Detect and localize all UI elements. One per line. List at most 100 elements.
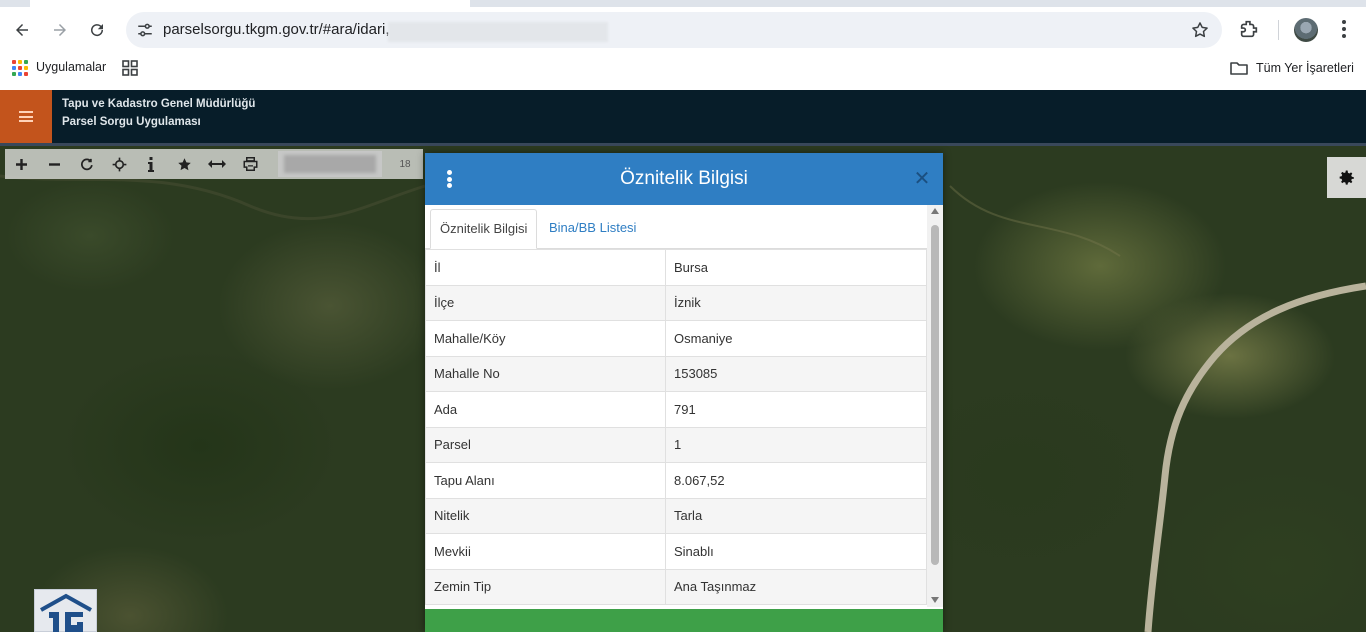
refresh-map-button[interactable] [70, 149, 102, 179]
scroll-down-arrow-icon[interactable] [931, 597, 939, 603]
table-row: Tapu Alanı 8.067,52 [425, 462, 927, 499]
attribute-key: Zemin Tip [425, 568, 666, 605]
zoom-out-button[interactable] [38, 149, 70, 179]
dot [446, 183, 452, 188]
back-button[interactable] [8, 16, 36, 44]
info-button[interactable] [135, 149, 167, 179]
map-search-input[interactable] [278, 151, 382, 177]
print-icon [243, 157, 257, 171]
arrow-left-icon [16, 24, 28, 36]
address-bar[interactable]: parselsorgu.tkgm.gov.tr/#ara/idari, [126, 12, 1222, 48]
attribute-key: Mevkii [425, 533, 666, 570]
attribute-table-container: İl Bursa İlçe İznik Mahalle/Köy Osmaniye Ma… [425, 249, 927, 607]
favorites-button[interactable] [168, 149, 200, 179]
table-row: İlçe İznik [425, 284, 927, 321]
scroll-up-arrow-icon[interactable] [931, 208, 939, 214]
reload-button[interactable] [83, 16, 111, 44]
refresh-icon [80, 158, 93, 170]
print-button[interactable] [234, 149, 266, 179]
attribute-value: 153085 [665, 355, 927, 392]
plus-icon [15, 158, 27, 170]
reload-icon [91, 24, 104, 37]
site-settings-icon[interactable] [136, 21, 154, 39]
attribute-table: İl Bursa İlçe İznik Mahalle/Köy Osmaniye Ma… [425, 249, 927, 605]
table-row: Mevkii Sinablı [425, 533, 927, 570]
attribute-value: 1 [665, 426, 927, 463]
attribute-key: Mahalle No [425, 355, 666, 392]
locate-icon [112, 157, 126, 171]
attribute-key: Tapu Alanı [425, 462, 666, 499]
scrollbar-thumb[interactable] [931, 225, 939, 565]
table-row: Mahalle No 153085 [425, 355, 927, 392]
table-row: Parsel 1 [425, 426, 927, 463]
tkgm-logo [34, 589, 97, 632]
all-bookmarks-link[interactable]: Tüm Yer İşaretleri [1256, 61, 1354, 75]
attribute-value: 791 [665, 391, 927, 428]
table-row: Ada 791 [425, 391, 927, 428]
browser-chrome: parselsorgu.tkgm.gov.tr/#ara/idari, Uygu… [0, 0, 1366, 90]
dot [446, 170, 452, 175]
attribute-key: Mahalle/Köy [425, 320, 666, 357]
redacted-url-segment [388, 22, 608, 42]
bookmark-apps-label[interactable]: Uygulamalar [36, 60, 106, 74]
app-name: Parsel Sorgu Uygulaması [62, 116, 201, 128]
attribute-key: İl [425, 249, 666, 286]
dot [446, 176, 452, 182]
dialog-scrollbar[interactable] [927, 205, 943, 607]
browser-menu-icon[interactable] [1334, 18, 1354, 40]
info-icon [148, 156, 154, 172]
url-text[interactable]: parselsorgu.tkgm.gov.tr/#ara/idari, [163, 21, 390, 38]
attribute-key: Parsel [425, 426, 666, 463]
locate-button[interactable] [103, 149, 135, 179]
extensions-icon[interactable] [1238, 18, 1260, 40]
attribute-value: Osmaniye [665, 320, 927, 357]
attribute-key: Nitelik [425, 497, 666, 534]
hamburger-menu-button[interactable] [0, 90, 52, 143]
measure-button[interactable] [201, 149, 233, 179]
active-tab[interactable] [30, 0, 470, 7]
star-icon [177, 157, 191, 170]
folder-icon[interactable] [1230, 60, 1248, 76]
tab-groups-icon[interactable] [122, 60, 138, 76]
bookmarks-bar: Uygulamalar Tüm Yer İşaretleri [0, 56, 1366, 80]
dialog-tabs: Öznitelik Bilgisi Bina/BB Listesi [425, 205, 927, 249]
attribute-value: Bursa [665, 249, 927, 286]
dialog-action-button[interactable] [425, 609, 943, 632]
table-row: İl Bursa [425, 249, 927, 286]
app-header: Tapu ve Kadastro Genel Müdürlüğü Parsel … [0, 90, 1366, 146]
table-row: Mahalle/Köy Osmaniye [425, 320, 927, 357]
attribute-value: Tarla [665, 497, 927, 534]
arrow-right-icon [54, 24, 66, 36]
toolbar-separator [1278, 20, 1279, 40]
gear-icon [1339, 170, 1354, 185]
profile-avatar[interactable] [1294, 18, 1318, 42]
dialog-header: Öznitelik Bilgisi ✕ [425, 153, 943, 205]
minus-icon [48, 162, 60, 166]
forward-button[interactable] [46, 16, 74, 44]
bookmark-star-icon[interactable] [1190, 20, 1210, 40]
map-toolbar: 18 [5, 149, 423, 179]
tkgm-emblem-icon [40, 593, 92, 632]
dialog-options-button[interactable] [439, 167, 459, 191]
dialog-title: Öznitelik Bilgisi [620, 168, 748, 189]
attribute-value: Sinablı [665, 533, 927, 570]
map-settings-button[interactable] [1327, 157, 1366, 198]
tab-attribute-info[interactable]: Öznitelik Bilgisi [430, 209, 538, 249]
attribute-key: Ada [425, 391, 666, 428]
attribute-value: Ana Taşınmaz [665, 568, 927, 605]
tab-strip [0, 0, 1366, 7]
attribute-key: İlçe [425, 284, 666, 321]
zoom-in-button[interactable] [5, 149, 37, 179]
attribute-value: 8.067,52 [665, 462, 927, 499]
attribute-dialog: Öznitelik Bilgisi ✕ Öznitelik Bilgisi Bi… [425, 153, 943, 632]
org-name: Tapu ve Kadastro Genel Müdürlüğü [62, 98, 256, 110]
zoom-level: 18 [399, 158, 411, 170]
attribute-value: İznik [665, 284, 927, 321]
apps-grid-icon[interactable] [12, 60, 28, 76]
table-row: Zemin Tip Ana Taşınmaz [425, 568, 927, 605]
redacted-search-text [284, 155, 376, 173]
hamburger-icon [19, 111, 33, 122]
tab-building-list[interactable]: Bina/BB Listesi [540, 209, 645, 249]
table-row: Nitelik Tarla [425, 497, 927, 534]
close-icon[interactable]: ✕ [911, 168, 933, 190]
